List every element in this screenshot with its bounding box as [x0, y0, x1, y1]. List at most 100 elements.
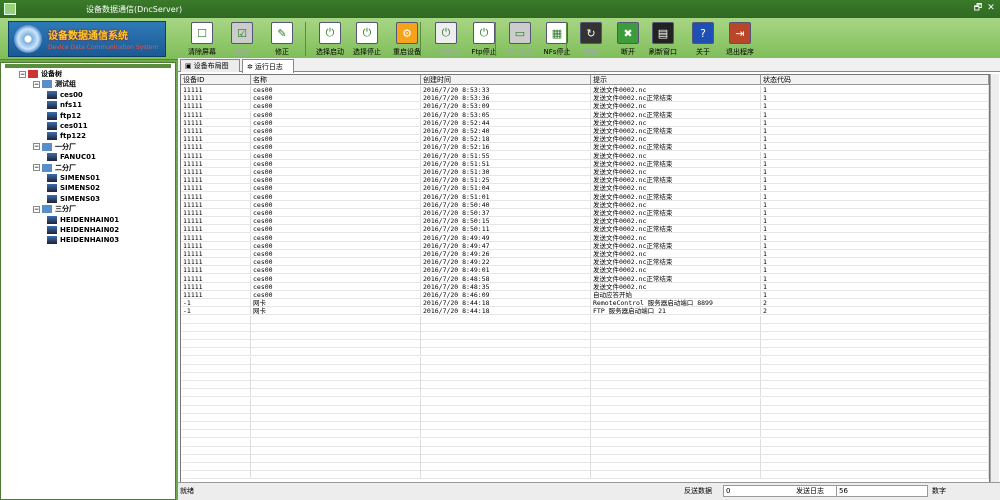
select-start-button[interactable]: ⏻ 选择启动 — [310, 22, 350, 58]
table-row[interactable]: 11111 ces00 2016/7/20 8:52:44 发送文件0002.nc 1 — [181, 118, 989, 127]
tree-node[interactable]: − 测试组 — [33, 79, 76, 89]
table-row[interactable]: 11111 ces00 2016/7/20 8:50:11 发送文件0002.nc正常… — [181, 225, 989, 234]
restart-device-button[interactable]: ⚙ 重启设备 — [387, 22, 427, 58]
table-cell: 2016/7/20 8:49:49 — [421, 233, 591, 241]
column-header[interactable]: 名称 — [251, 75, 421, 84]
table-row[interactable]: 11111 ces00 2016/7/20 8:46:09 自动应答开始 1 — [181, 291, 989, 299]
table-row[interactable]: -1 网卡 2016/7/20 8:44:18 FTP 服务器启动端口 21 2 — [181, 307, 989, 316]
table-row[interactable]: 11111 ces00 2016/7/20 8:51:55 发送文件0002.nc 1 — [181, 151, 989, 160]
table-row[interactable] — [181, 430, 989, 439]
table-row[interactable]: 11111 ces00 2016/7/20 8:53:36 发送文件0002.nc正常… — [181, 94, 989, 103]
about-button[interactable]: ? 关于 — [683, 22, 723, 58]
table-row[interactable] — [181, 389, 989, 398]
table-row[interactable]: 11111 ces00 2016/7/20 8:50:15 发送文件0002.nc 1 — [181, 217, 989, 226]
exit-button[interactable]: ⇥ 退出程序 — [720, 22, 760, 58]
table-row[interactable]: 11111 ces00 2016/7/20 8:52:16 发送文件0002.nc正常… — [181, 143, 989, 152]
tree-node[interactable]: − 二分厂 — [33, 163, 76, 173]
table-row[interactable]: 11111 ces00 2016/7/20 8:52:40 发送文件0002.nc正常… — [181, 127, 989, 135]
table-row[interactable]: 11111 ces00 2016/7/20 8:49:47 发送文件0002.nc正常… — [181, 241, 989, 250]
collapse-icon[interactable]: − — [33, 143, 40, 151]
vertical-scrollbar[interactable] — [990, 74, 999, 492]
restore-icon[interactable]: 🗗 — [973, 3, 983, 13]
table-row[interactable]: 11111 ces00 2016/7/20 8:51:25 发送文件0002.nc正常… — [181, 176, 989, 185]
table-row[interactable]: 11111 ces00 2016/7/20 8:51:51 发送文件0002.nc正常… — [181, 159, 989, 168]
table-row[interactable] — [181, 364, 989, 373]
tree-node[interactable]: SIMENS02 — [47, 183, 100, 193]
collapse-icon[interactable]: − — [33, 80, 40, 88]
table-row[interactable] — [181, 356, 989, 365]
column-header[interactable]: 提示 — [591, 75, 761, 84]
table-row[interactable] — [181, 422, 989, 431]
tree-node[interactable]: HEIDENHAIN02 — [47, 225, 119, 235]
table-cell — [251, 422, 421, 430]
table-row[interactable] — [181, 332, 989, 340]
table-row[interactable] — [181, 471, 989, 480]
collapse-icon[interactable]: − — [19, 70, 26, 78]
collapse-icon[interactable]: − — [33, 164, 40, 172]
table-row[interactable] — [181, 381, 989, 390]
tree-node[interactable]: ftp122 — [47, 131, 86, 141]
tree-node[interactable]: − 三分厂 — [33, 204, 76, 214]
table-row[interactable]: 11111 ces00 2016/7/20 8:49:26 发送文件0002.nc 1 — [181, 250, 989, 258]
table-row[interactable] — [181, 455, 989, 463]
all-button[interactable]: ☑ 全选 — [222, 22, 262, 58]
tree-node[interactable]: ces00 — [47, 90, 83, 100]
tree-node[interactable]: ftp12 — [47, 111, 81, 121]
refresh-button[interactable]: ↻ 刷新 — [571, 22, 611, 58]
table-row[interactable] — [181, 438, 989, 447]
table-row[interactable]: 11111 ces00 2016/7/20 8:50:40 发送文件0002.nc 1 — [181, 200, 989, 209]
tab-run-log[interactable]: ✲ 运行日志 — [242, 59, 294, 73]
table-row[interactable]: 11111 ces00 2016/7/20 8:53:33 发送文件0002.nc 1 — [181, 86, 989, 94]
table-row[interactable] — [181, 414, 989, 422]
column-header[interactable]: 状态代码 — [761, 75, 989, 84]
table-row[interactable]: 11111 ces00 2016/7/20 8:50:37 发送文件0002.nc正常… — [181, 209, 989, 217]
table-row[interactable] — [181, 348, 989, 357]
table-row[interactable]: 11111 ces00 2016/7/20 8:53:05 发送文件0002.nc正常… — [181, 110, 989, 119]
tree-node[interactable]: SIMENS03 — [47, 194, 100, 204]
table-row[interactable]: 11111 ces00 2016/7/20 8:51:04 发送文件0002.nc 1 — [181, 184, 989, 193]
edit-button[interactable]: ✎ 修正 — [262, 22, 302, 58]
tab-device-layout[interactable]: ▣ 设备布局图 — [180, 59, 240, 72]
tree-node[interactable]: − 一分厂 — [33, 142, 76, 152]
table-row[interactable] — [181, 373, 989, 381]
table-row[interactable]: 11111 ces00 2016/7/20 8:48:58 发送文件0002.nc正常… — [181, 274, 989, 283]
table-row[interactable]: 11111 ces00 2016/7/20 8:53:09 发送文件0002.nc 1 — [181, 102, 989, 111]
table-row[interactable] — [181, 323, 989, 332]
table-row[interactable]: 11111 ces00 2016/7/20 8:52:18 发送文件0002.nc 1 — [181, 135, 989, 144]
reconnect-window-button[interactable]: ▤ 刷新窗口 — [643, 22, 683, 58]
table-row[interactable] — [181, 340, 989, 349]
table-row[interactable] — [181, 463, 989, 472]
collapse-icon[interactable]: − — [33, 205, 40, 213]
log-table[interactable]: 设备ID 名称 创建时间 提示 状态代码 11111 ces00 2016/7/20 8:53… — [180, 74, 990, 492]
ftp-stop-button[interactable]: ⏻ Ftp停止 — [464, 22, 504, 58]
table-row[interactable] — [181, 446, 989, 455]
select-stop-button[interactable]: ⏻ 选择停止 — [347, 22, 387, 58]
table-row[interactable] — [181, 405, 989, 414]
table-row[interactable]: 11111 ces00 2016/7/20 8:51:01 发送文件0002.nc正常… — [181, 192, 989, 201]
table-cell: 2016/7/20 8:51:55 — [421, 151, 591, 159]
tree-node[interactable]: SIMENS01 — [47, 173, 100, 183]
table-row[interactable]: 11111 ces00 2016/7/20 8:49:49 发送文件0002.nc 1 — [181, 233, 989, 242]
table-row[interactable]: 11111 ces00 2016/7/20 8:49:22 发送文件0002.nc正常… — [181, 258, 989, 267]
table-row[interactable] — [181, 397, 989, 406]
nfs-start-button[interactable]: ▭ NFS启动 — [500, 22, 540, 58]
table-row[interactable]: 11111 ces00 2016/7/20 8:49:01 发送文件0002.nc 1 — [181, 266, 989, 275]
table-row[interactable]: 11111 ces00 2016/7/20 8:48:35 发送文件0002.nc 1 — [181, 282, 989, 291]
tree-node[interactable]: nfs11 — [47, 100, 82, 110]
column-header[interactable]: 创建时间 — [421, 75, 591, 84]
table-cell: 11111 — [181, 217, 251, 225]
column-header[interactable]: 设备ID — [181, 75, 251, 84]
ftp-start-button[interactable]: ⏻ FTP启动 — [426, 22, 466, 58]
clear-screen-button[interactable]: ☐ 清除屏幕 — [182, 22, 222, 58]
tree-node[interactable]: FANUC01 — [47, 152, 96, 162]
table-row[interactable] — [181, 315, 989, 324]
tree-node[interactable]: HEIDENHAIN01 — [47, 215, 119, 225]
tree-node[interactable]: ces011 — [47, 121, 88, 131]
tree-node[interactable]: HEIDENHAIN03 — [47, 235, 119, 245]
disconnect-button[interactable]: ✖ 断开 — [608, 22, 648, 58]
tree-node[interactable]: − 设备树 — [19, 69, 62, 79]
table-row[interactable]: -1 网卡 2016/7/20 8:44:18 RemoteControl 服务器启动… — [181, 299, 989, 308]
close-icon[interactable]: ✕ — [986, 3, 996, 13]
tree-node-label: ftp122 — [60, 132, 87, 141]
table-row[interactable]: 11111 ces00 2016/7/20 8:51:30 发送文件0002.nc 1 — [181, 168, 989, 176]
